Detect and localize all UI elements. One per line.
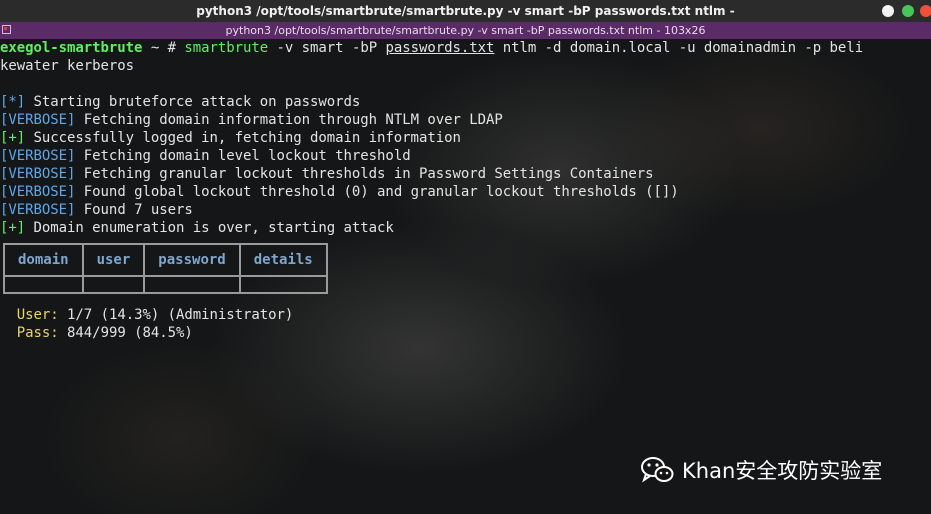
table-cell	[143, 275, 241, 294]
pass-progress-label: Pass:	[16, 325, 59, 341]
log-text: Fetching domain level lockout threshold	[75, 148, 411, 164]
pass-progress-line: Pass: 844/999 (84.5%)	[0, 324, 193, 342]
table-cell	[3, 275, 84, 294]
log-text: Found global lockout threshold (0) and g…	[75, 184, 679, 200]
log-line: [VERBOSE] Fetching domain level lockout …	[0, 147, 411, 165]
log-tag: [+]	[0, 220, 26, 236]
log-line: [VERBOSE] Fetching granular lockout thre…	[0, 165, 654, 183]
minimize-button[interactable]	[882, 5, 894, 17]
results-table: domain user password details	[3, 243, 328, 294]
log-line: [VERBOSE] Found global lockout threshold…	[0, 183, 679, 201]
log-text: Found 7 users	[75, 202, 193, 218]
terminal-output[interactable]: exegol-smartbrute ~ # smartbrute -v smar…	[0, 39, 931, 514]
terminal-tab[interactable]: python3 /opt/tools/smartbrute/smartbrute…	[0, 22, 931, 39]
command-args-rest: ntlm -d domain.local -u domainadmin -p b…	[494, 40, 864, 56]
maximize-button[interactable]	[902, 5, 914, 17]
log-text: Domain enumeration is over, starting att…	[25, 220, 394, 236]
table-cell	[81, 275, 146, 294]
terminal-icon	[2, 25, 11, 34]
prompt-line: exegol-smartbrute ~ # smartbrute -v smar…	[0, 39, 863, 57]
log-line: [*] Starting bruteforce attack on passwo…	[0, 93, 360, 111]
user-progress-label: User:	[16, 307, 59, 323]
log-tag: [VERBOSE]	[0, 112, 76, 128]
column-header-details: details	[238, 243, 328, 277]
command-args: -v smart -bP	[268, 40, 386, 56]
prompt-host: exegol-smartbrute	[0, 40, 143, 56]
close-button[interactable]	[920, 5, 931, 17]
log-text: Fetching domain information through NTLM…	[75, 112, 503, 128]
table-cell	[238, 275, 328, 294]
window-title: python3 /opt/tools/smartbrute/smartbrute…	[196, 4, 735, 18]
log-tag: [*]	[0, 94, 26, 110]
log-text: Starting bruteforce attack on passwords	[25, 94, 361, 110]
column-header-user: user	[81, 243, 146, 277]
column-header-domain: domain	[3, 243, 84, 277]
user-progress-value: 1/7 (14.3%) (Administrator)	[58, 307, 294, 323]
log-text: Successfully logged in, fetching domain …	[25, 130, 461, 146]
command-name: smartbrute	[184, 40, 269, 56]
log-line: [VERBOSE] Fetching domain information th…	[0, 111, 503, 129]
watermark-text: Khan安全攻防实验室	[682, 459, 883, 483]
prompt-symbol: ~ #	[142, 40, 185, 56]
table-row	[3, 275, 328, 294]
pass-progress-value: 844/999 (84.5%)	[58, 325, 193, 341]
tab-title: python3 /opt/tools/smartbrute/smartbrute…	[225, 24, 706, 37]
log-line: [VERBOSE] Found 7 users	[0, 201, 193, 219]
log-tag: [VERBOSE]	[0, 184, 76, 200]
log-line: [+] Successfully logged in, fetching dom…	[0, 129, 461, 147]
command-file-arg: passwords.txt	[385, 40, 495, 56]
prompt-wrap-line: kewater kerberos	[0, 58, 135, 74]
log-text: Fetching granular lockout thresholds in …	[75, 166, 654, 182]
column-header-password: password	[143, 243, 241, 277]
watermark: Khan安全攻防实验室	[640, 452, 882, 488]
log-tag: [VERBOSE]	[0, 148, 76, 164]
wechat-icon	[641, 457, 674, 483]
user-progress-line: User: 1/7 (14.3%) (Administrator)	[0, 306, 294, 324]
table-header-row: domain user password details	[3, 243, 328, 277]
window-titlebar: python3 /opt/tools/smartbrute/smartbrute…	[0, 0, 931, 22]
log-line: [+] Domain enumeration is over, starting…	[0, 219, 394, 237]
log-tag: [VERBOSE]	[0, 166, 76, 182]
log-tag: [VERBOSE]	[0, 202, 76, 218]
log-tag: [+]	[0, 130, 26, 146]
